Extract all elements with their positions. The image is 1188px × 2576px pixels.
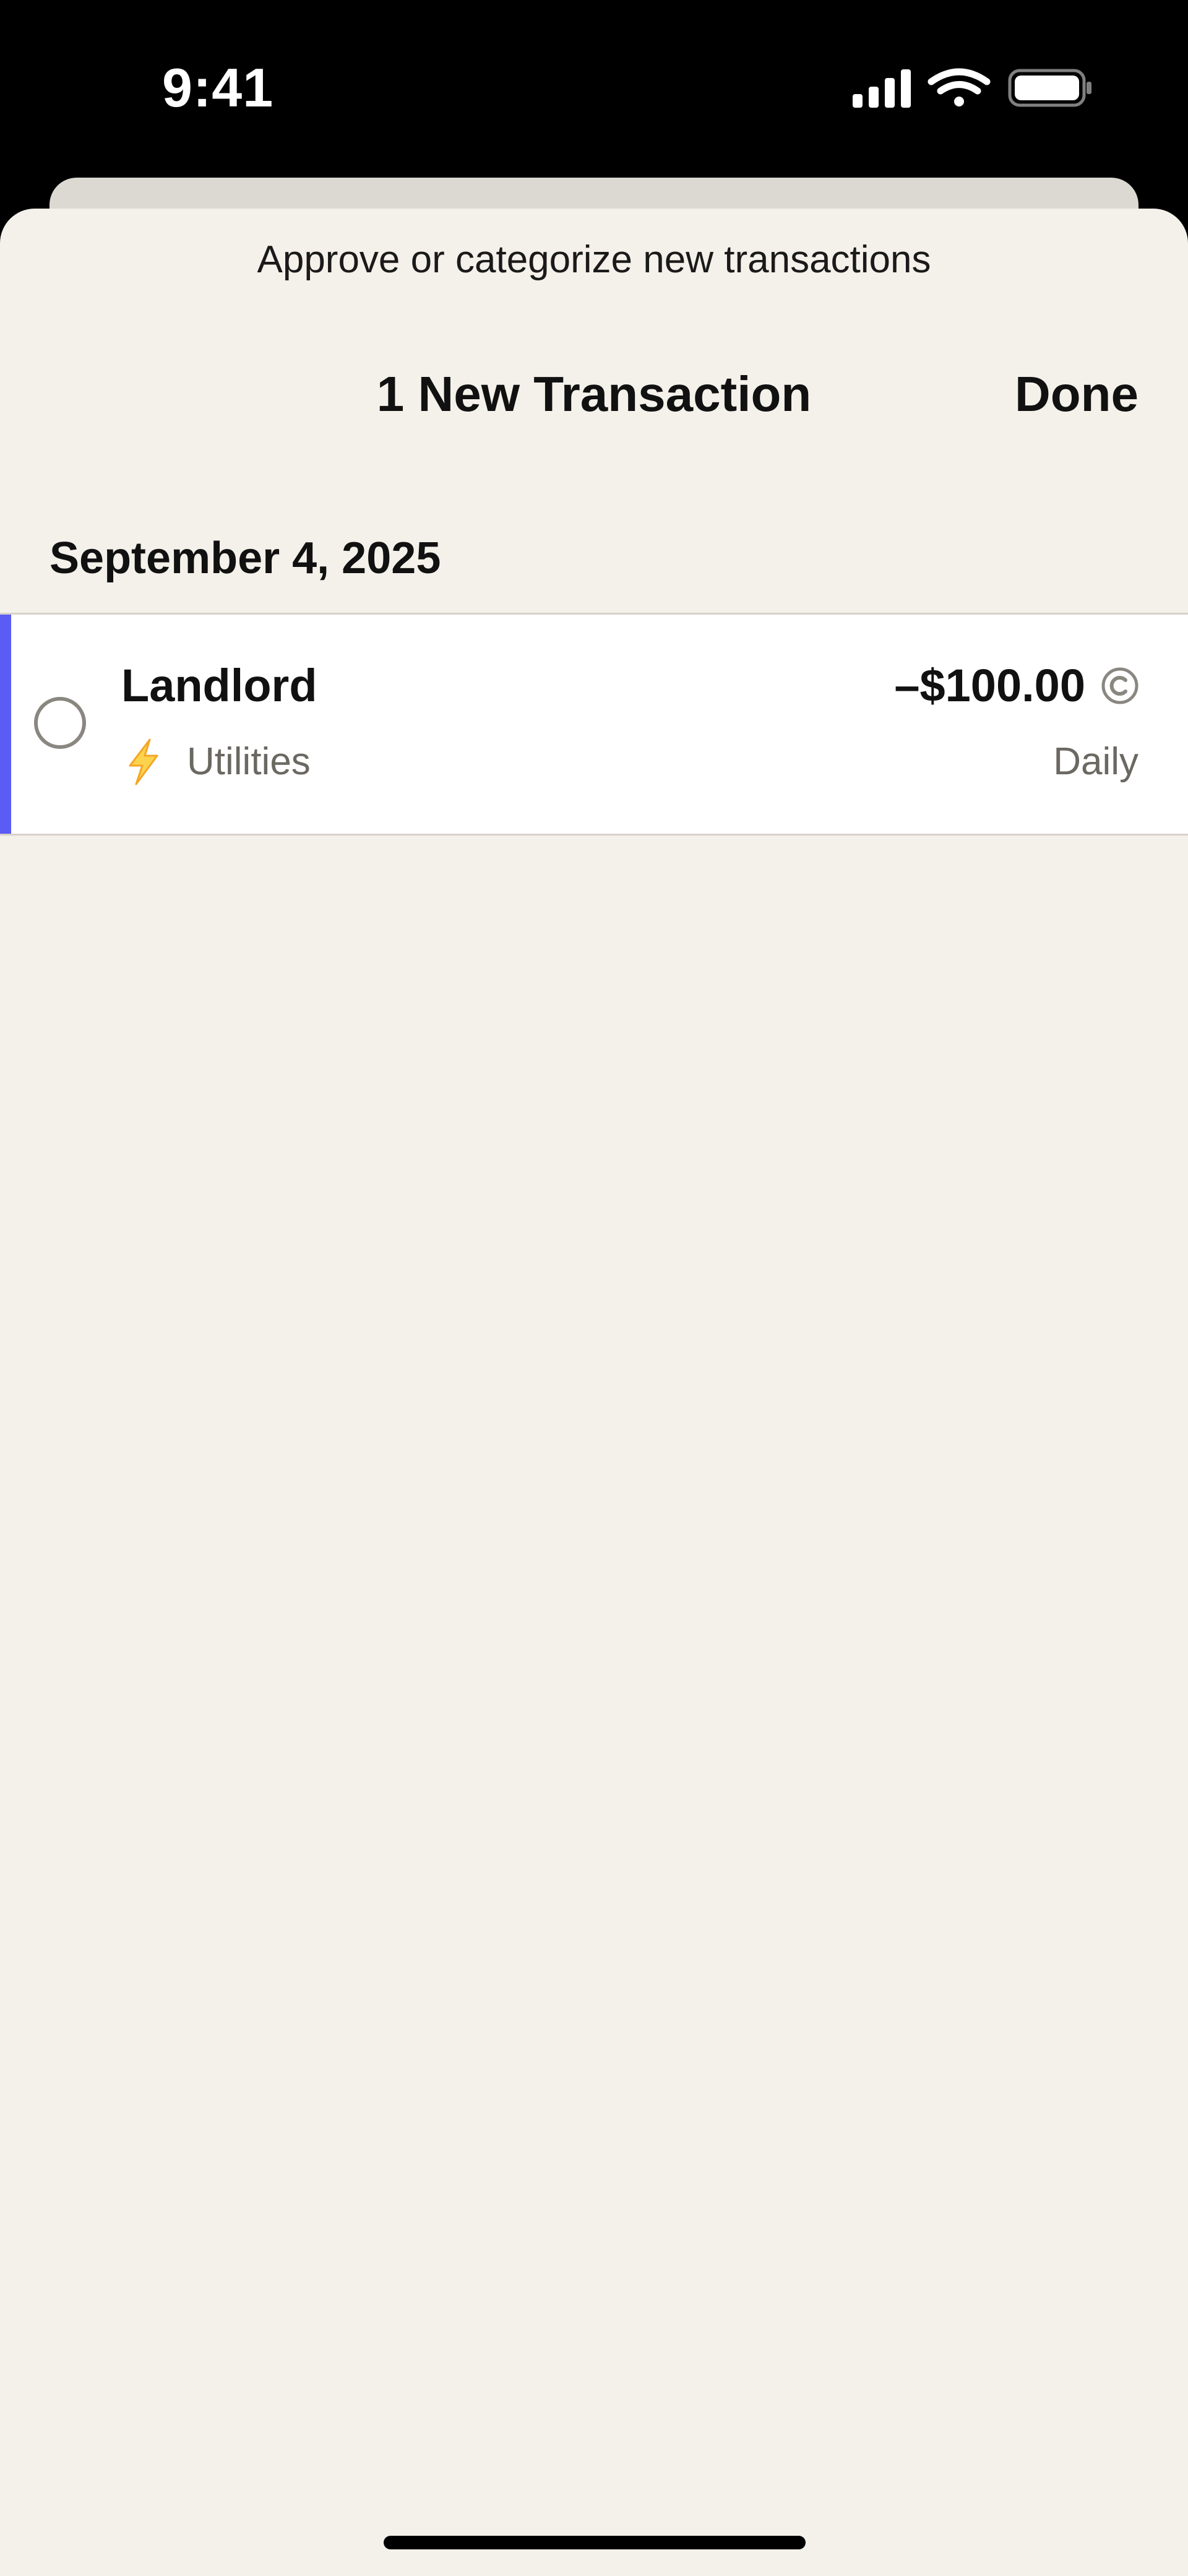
status-time: 9:41 xyxy=(162,57,274,118)
transaction-amount-group: –$100.00 xyxy=(894,658,1140,714)
transaction-select-checkbox[interactable] xyxy=(34,697,86,749)
status-bar: 9:41 xyxy=(0,0,1188,179)
copyright-icon xyxy=(1101,667,1138,704)
date-section-header: September 4, 2025 xyxy=(50,534,441,583)
category-label: Utilities xyxy=(187,740,311,783)
transaction-amount: –$100.00 xyxy=(894,660,1085,711)
new-transactions-sheet: Approve or categorize new transactions 1… xyxy=(0,209,1188,2576)
sheet-title: 1 New Transaction xyxy=(376,366,812,421)
status-icons xyxy=(853,68,1091,108)
signal-icon xyxy=(853,69,911,108)
transaction-frequency: Daily xyxy=(1053,740,1138,783)
sheet-subtitle: Approve or categorize new transactions xyxy=(257,238,931,281)
bolt-icon xyxy=(129,738,158,785)
transaction-row[interactable]: Landlord Utilities –$100.00 Daily xyxy=(0,613,1188,836)
battery-icon xyxy=(1008,69,1091,107)
transaction-merchant: Landlord xyxy=(121,660,317,711)
done-button[interactable]: Done xyxy=(1015,363,1138,425)
transaction-category[interactable]: Utilities xyxy=(121,737,311,787)
transaction-accent-bar xyxy=(0,615,11,834)
wifi-icon xyxy=(928,68,991,106)
home-indicator xyxy=(384,2536,806,2549)
